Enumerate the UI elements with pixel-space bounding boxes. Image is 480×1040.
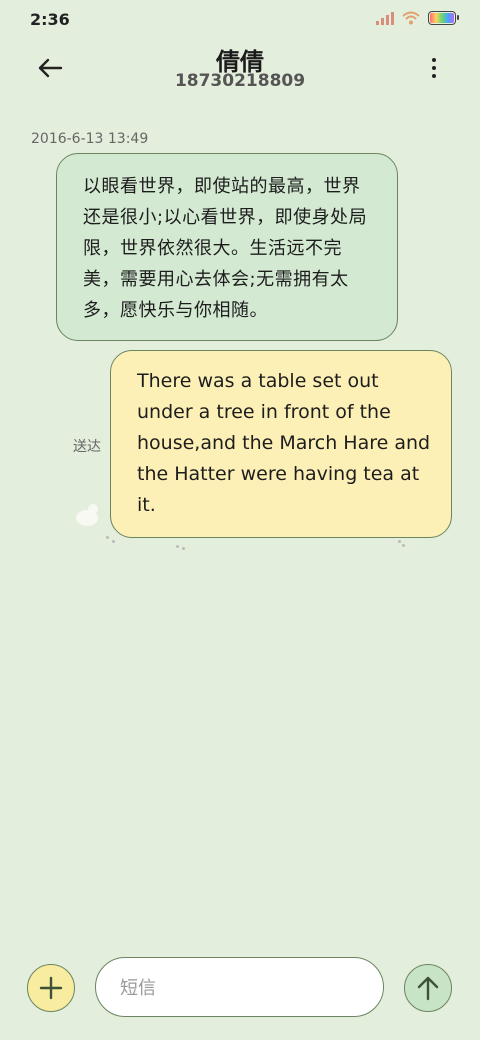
sent-message-bubble[interactable]: There was a table set out under a tree i… <box>110 350 452 538</box>
more-vertical-icon <box>432 58 436 62</box>
more-options-button[interactable] <box>422 56 446 80</box>
decorative-dot <box>112 540 115 543</box>
status-icons <box>376 11 459 25</box>
conversation-header: 倩倩 18730218809 <box>0 40 480 104</box>
status-time: 2:36 <box>30 10 70 29</box>
decorative-dot <box>182 547 185 550</box>
plus-icon <box>39 976 63 1000</box>
sent-message-text: There was a table set out under a tree i… <box>137 370 431 516</box>
decorative-dot <box>176 545 179 548</box>
decorative-dot <box>398 540 401 543</box>
add-attachment-button[interactable] <box>27 964 75 1012</box>
message-input[interactable]: 短信 <box>95 957 384 1017</box>
received-message-text: 以眼看世界，即使站的最高，世界还是很小;以心看世界，即使身处局限，世界依然很大。… <box>83 176 368 321</box>
wifi-icon <box>402 11 420 25</box>
battery-icon <box>428 11 459 25</box>
delivery-status: 送达 <box>73 439 101 455</box>
decorative-dot <box>402 544 405 547</box>
signal-icon <box>376 11 394 25</box>
decorative-dot <box>106 536 109 539</box>
send-button[interactable] <box>404 964 452 1012</box>
decorative-splash <box>88 504 98 514</box>
compose-bar: 短信 <box>0 950 480 1026</box>
arrow-up-icon <box>417 976 439 1001</box>
status-bar: 2:36 <box>0 0 480 40</box>
message-timestamp: 2016-6-13 13:49 <box>31 131 149 147</box>
received-message-bubble[interactable]: 以眼看世界，即使站的最高，世界还是很小;以心看世界，即使身处局限，世界依然很大。… <box>56 153 398 341</box>
contact-number: 18730218809 <box>174 71 306 91</box>
